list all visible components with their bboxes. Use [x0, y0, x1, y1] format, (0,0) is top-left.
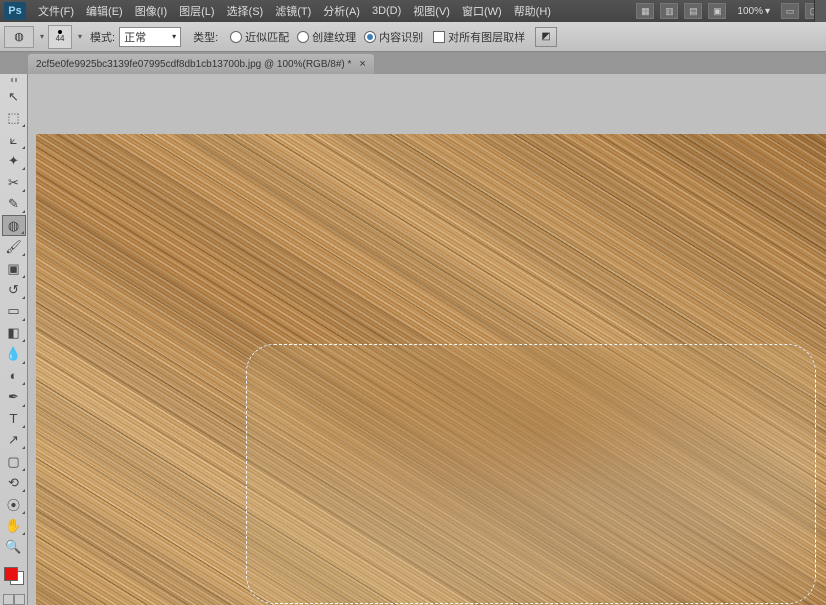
menu-analysis[interactable]: 分析(A) [317, 3, 366, 19]
pressure-toggle-button[interactable]: ◩ [535, 27, 557, 47]
radio-content-label: 内容识别 [379, 29, 423, 45]
document-tab-bar: 2cf5e0fe9925bc3139fe07995cdf8db1cb13700b… [0, 52, 826, 74]
workspace: ↖⬚⟀✦✂✎◍🖌▣↺▭◧💧◐✒T↗▢⟲⦿✋🔍 [0, 74, 826, 605]
chevron-down-icon[interactable]: ▾ [78, 32, 82, 41]
lasso-tool[interactable]: ⟀ [2, 129, 26, 149]
canvas-area [28, 74, 826, 605]
menu-filter[interactable]: 滤镜(T) [269, 3, 317, 19]
radio-content-aware[interactable] [364, 31, 376, 43]
checkbox-sample-label: 对所有图层取样 [448, 29, 525, 45]
chevron-down-icon: ▾ [765, 6, 770, 17]
mode-dropdown[interactable]: 正常 ▾ [119, 27, 181, 47]
gradient-tool[interactable]: ◧ [2, 323, 26, 343]
3d-tool[interactable]: ⟲ [2, 473, 26, 493]
chevron-down-icon: ▾ [172, 32, 176, 41]
zoom-tool[interactable]: 🔍 [2, 537, 26, 557]
flyout-indicator-icon [22, 275, 25, 278]
checkbox-sample-all-layers[interactable] [433, 31, 445, 43]
radio-create-texture[interactable] [297, 31, 309, 43]
app-logo: Ps [4, 2, 26, 20]
extras-icon[interactable]: ▤ [684, 3, 702, 19]
pressure-icon: ◩ [541, 31, 550, 42]
menu-select[interactable]: 选择(S) [221, 3, 270, 19]
hand-tool[interactable]: ✋ [2, 516, 26, 536]
flyout-indicator-icon [22, 382, 25, 385]
crop-tool[interactable]: ✂ [2, 172, 26, 192]
foreground-color-swatch[interactable] [4, 567, 18, 581]
menu-edit[interactable]: 编辑(E) [80, 3, 129, 19]
menu-view[interactable]: 视图(V) [407, 3, 456, 19]
flyout-indicator-icon [21, 231, 24, 234]
quick-mask-toggle[interactable] [3, 594, 25, 605]
radio-texture-label: 创建纹理 [312, 29, 356, 45]
type-tool[interactable]: T [2, 409, 26, 429]
flyout-indicator-icon [22, 446, 25, 449]
close-icon[interactable]: × [359, 58, 365, 70]
flyout-indicator-icon [22, 318, 25, 321]
flyout-indicator-icon [22, 468, 25, 471]
document-canvas[interactable] [36, 134, 826, 605]
document-tab-title: 2cf5e0fe9925bc3139fe07995cdf8db1cb13700b… [36, 59, 351, 70]
flyout-indicator-icon [22, 404, 25, 407]
mini-bridge-icon[interactable]: ▥ [660, 3, 678, 19]
pen-tool[interactable]: ✒ [2, 387, 26, 407]
brush-tool[interactable]: 🖌 [2, 237, 26, 257]
menu-help[interactable]: 帮助(H) [508, 3, 557, 19]
flyout-indicator-icon [22, 167, 25, 170]
marquee-tool[interactable]: ⬚ [2, 108, 26, 128]
path-tool[interactable]: ↗ [2, 430, 26, 450]
clone-stamp-tool[interactable]: ▣ [2, 258, 26, 278]
dodge-tool[interactable]: ◐ [2, 366, 26, 386]
shape-tool[interactable]: ▢ [2, 451, 26, 471]
menu-bar: Ps 文件(F) 编辑(E) 图像(I) 图层(L) 选择(S) 滤镜(T) 分… [0, 0, 826, 22]
flyout-indicator-icon [22, 511, 25, 514]
menu-image[interactable]: 图像(I) [129, 3, 173, 19]
eraser-tool[interactable]: ▭ [2, 301, 26, 321]
launch-bridge-icon[interactable]: ▦ [636, 3, 654, 19]
mode-value: 正常 [124, 29, 146, 45]
flyout-indicator-icon [22, 489, 25, 492]
toolbox: ↖⬚⟀✦✂✎◍🖌▣↺▭◧💧◐✒T↗▢⟲⦿✋🔍 [0, 74, 28, 605]
history-brush-tool[interactable]: ↺ [2, 280, 26, 300]
panel-dock-edge [814, 0, 826, 22]
chevron-down-icon[interactable]: ▾ [40, 32, 44, 41]
brush-preset-picker[interactable]: 44 [48, 25, 72, 49]
tool-preset-picker[interactable]: ◍ [4, 26, 34, 48]
options-bar: ◍ ▾ 44 ▾ 模式: 正常 ▾ 类型: 近似匹配 创建纹理 内容识别 对所有… [0, 22, 826, 52]
radio-proximity-match[interactable] [230, 31, 242, 43]
flyout-indicator-icon [22, 425, 25, 428]
bandage-icon: ◍ [14, 30, 24, 43]
menu-3d[interactable]: 3D(D) [366, 5, 407, 17]
blur-tool[interactable]: 💧 [2, 344, 26, 364]
flyout-indicator-icon [22, 532, 25, 535]
3d-camera-tool[interactable]: ⦿ [2, 494, 26, 514]
flyout-indicator-icon [22, 189, 25, 192]
radio-proximity-label: 近似匹配 [245, 29, 289, 45]
color-swatches[interactable] [2, 565, 26, 587]
healing-brush-tool[interactable]: ◍ [2, 215, 26, 236]
flyout-indicator-icon [22, 296, 25, 299]
guides-icon[interactable]: ▣ [708, 3, 726, 19]
menu-file[interactable]: 文件(F) [32, 3, 80, 19]
marquee-selection[interactable] [246, 344, 816, 604]
brush-size-value: 44 [56, 34, 65, 43]
mode-label: 模式: [90, 29, 115, 45]
flyout-indicator-icon [22, 361, 25, 364]
flyout-indicator-icon [22, 253, 25, 256]
flyout-indicator-icon [22, 339, 25, 342]
zoom-level[interactable]: 100%▾ [737, 6, 770, 17]
type-label: 类型: [193, 29, 218, 45]
flyout-indicator-icon [22, 210, 25, 213]
menu-window[interactable]: 窗口(W) [456, 3, 508, 19]
toolbox-grip[interactable] [2, 78, 26, 84]
magic-wand-tool[interactable]: ✦ [2, 151, 26, 171]
flyout-indicator-icon [22, 146, 25, 149]
move-tool[interactable]: ↖ [2, 87, 26, 107]
flyout-indicator-icon [22, 124, 25, 127]
eyedropper-tool[interactable]: ✎ [2, 194, 26, 214]
document-tab[interactable]: 2cf5e0fe9925bc3139fe07995cdf8db1cb13700b… [28, 54, 374, 74]
arrange-icon[interactable]: ▭ [781, 3, 799, 19]
menu-layer[interactable]: 图层(L) [173, 3, 220, 19]
